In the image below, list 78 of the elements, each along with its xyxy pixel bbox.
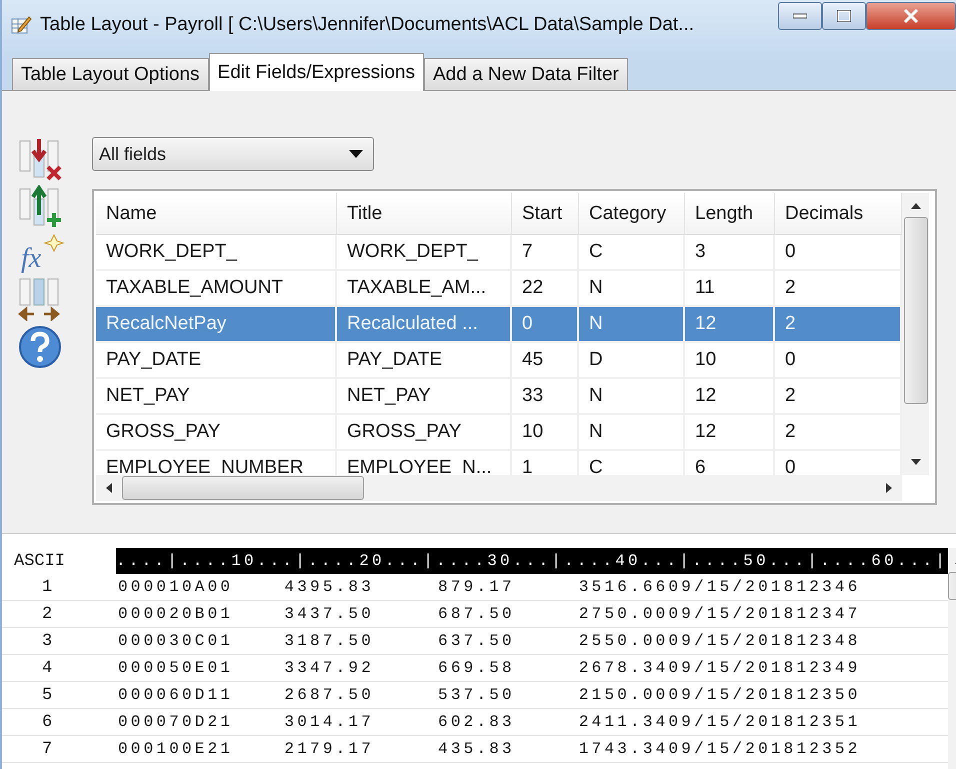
scroll-down-icon <box>910 459 920 465</box>
record-text: 000010A00 4395.83 879.17 3516.6609/15/201812346 <box>118 578 860 596</box>
table-cell: 12 <box>685 307 775 341</box>
table-cell: D <box>579 343 685 377</box>
record-text: 000060D11 2687.50 537.50 2150.0009/15/201812350 <box>118 686 860 704</box>
table-cell: 7 <box>512 235 579 269</box>
column-header[interactable]: Length <box>685 193 775 235</box>
table-cell: 0 <box>512 307 579 341</box>
table-cell: 10 <box>685 343 775 377</box>
table-cell: Recalculated ... <box>337 307 512 341</box>
scroll-right-icon <box>886 483 892 493</box>
table-cell: NET_PAY <box>96 379 337 413</box>
column-header[interactable]: Decimals <box>775 193 902 235</box>
table-row[interactable]: WORK_DEPT_ WORK_DEPT_ 7 C 3 0 <box>96 235 902 271</box>
table-row[interactable]: NET_PAY NET_PAY 33 N 12 2 <box>96 379 902 415</box>
table-cell: WORK_DEPT_ <box>337 235 512 269</box>
table-cell: WORK_DEPT_ <box>96 235 337 269</box>
table-cell: N <box>579 307 685 341</box>
scroll-up-icon <box>910 203 920 209</box>
record-number: 3 <box>41 632 54 650</box>
record-number: 2 <box>41 604 54 624</box>
column-header[interactable]: Title <box>337 193 512 235</box>
table-cell: 11 <box>685 271 775 305</box>
table-cell: N <box>579 271 685 305</box>
record-number: 7 <box>41 740 54 758</box>
record-text: 000050E01 3347.92 669.58 2678.3409/15/201812349 <box>118 659 860 677</box>
table-cell: 22 <box>512 271 579 305</box>
table-row[interactable]: PAY_DATE PAY_DATE 45 D 10 0 <box>96 343 902 379</box>
horizontal-scrollbar[interactable] <box>96 475 902 501</box>
close-icon <box>903 9 919 23</box>
table-cell: 12 <box>685 415 775 449</box>
table-pencil-icon <box>10 14 32 36</box>
record-number: 1 <box>41 578 54 596</box>
scroll-left-icon <box>106 483 112 493</box>
help-icon[interactable] <box>18 325 62 369</box>
table-cell: NET_PAY <box>337 379 512 413</box>
table-cell: N <box>579 379 685 413</box>
record-text: 000100E21 2179.17 435.83 1743.3409/15/201812352 <box>118 740 860 758</box>
table-cell: 33 <box>512 379 579 413</box>
table-cell: TAXABLE_AM... <box>337 271 512 305</box>
table-cell: GROSS_PAY <box>337 415 512 449</box>
encoding-label: ASCII <box>13 552 66 570</box>
table-cell: RecalcNetPay <box>96 307 337 341</box>
table-row[interactable]: GROSS_PAY GROSS_PAY 10 N 12 2 <box>96 415 902 451</box>
column-ruler: ....|....10...|....20...|....30...|....40...|....50...|....60...| <box>116 548 948 574</box>
column-header[interactable]: Start <box>512 193 579 235</box>
table-cell: TAXABLE_AMOUNT <box>96 271 337 305</box>
tab[interactable]: Table Layout Options <box>12 58 209 90</box>
maximize-icon <box>837 10 851 22</box>
record-number: 6 <box>41 712 54 732</box>
table-cell: 3 <box>685 235 775 269</box>
record-text: 000030C01 3187.50 637.50 2550.0009/15/201812348 <box>118 632 860 650</box>
scroll-thumb[interactable] <box>904 217 928 404</box>
record-text: 000020B01 3437.50 687.50 2750.0009/15/201812347 <box>118 605 860 623</box>
maximize-button[interactable] <box>822 2 866 30</box>
table-cell: 10 <box>512 415 579 449</box>
dropdown-arrow-icon <box>349 150 363 158</box>
table-cell: PAY_DATE <box>337 343 512 377</box>
record-number: 5 <box>41 686 54 704</box>
minimize-button[interactable] <box>778 2 822 30</box>
minimize-icon <box>793 13 807 19</box>
tab[interactable]: Add a New Data Filter <box>424 58 628 90</box>
field-filter-dropdown[interactable]: All fields <box>92 137 374 171</box>
window-title: Table Layout - Payroll [ C:\Users\Jennifer\Documents\ACL Data\Sample Dat... <box>40 14 696 36</box>
table-cell: 45 <box>512 343 579 377</box>
record-number: 4 <box>41 658 54 678</box>
table-cell: GROSS_PAY <box>96 415 337 449</box>
close-button[interactable] <box>866 2 956 30</box>
record-text: 000070D21 3014.17 602.83 2411.3409/15/201812351 <box>118 713 860 731</box>
table-cell: 12 <box>685 379 775 413</box>
vertical-scrollbar[interactable] <box>902 193 929 475</box>
scroll-thumb[interactable] <box>122 476 364 500</box>
column-header[interactable]: Category <box>579 193 685 235</box>
column-header[interactable]: Name <box>96 193 337 235</box>
table-cell: C <box>579 235 685 269</box>
table-cell: N <box>579 415 685 449</box>
table-cell: PAY_DATE <box>96 343 337 377</box>
tab[interactable]: Edit Fields/Expressions <box>208 53 424 91</box>
